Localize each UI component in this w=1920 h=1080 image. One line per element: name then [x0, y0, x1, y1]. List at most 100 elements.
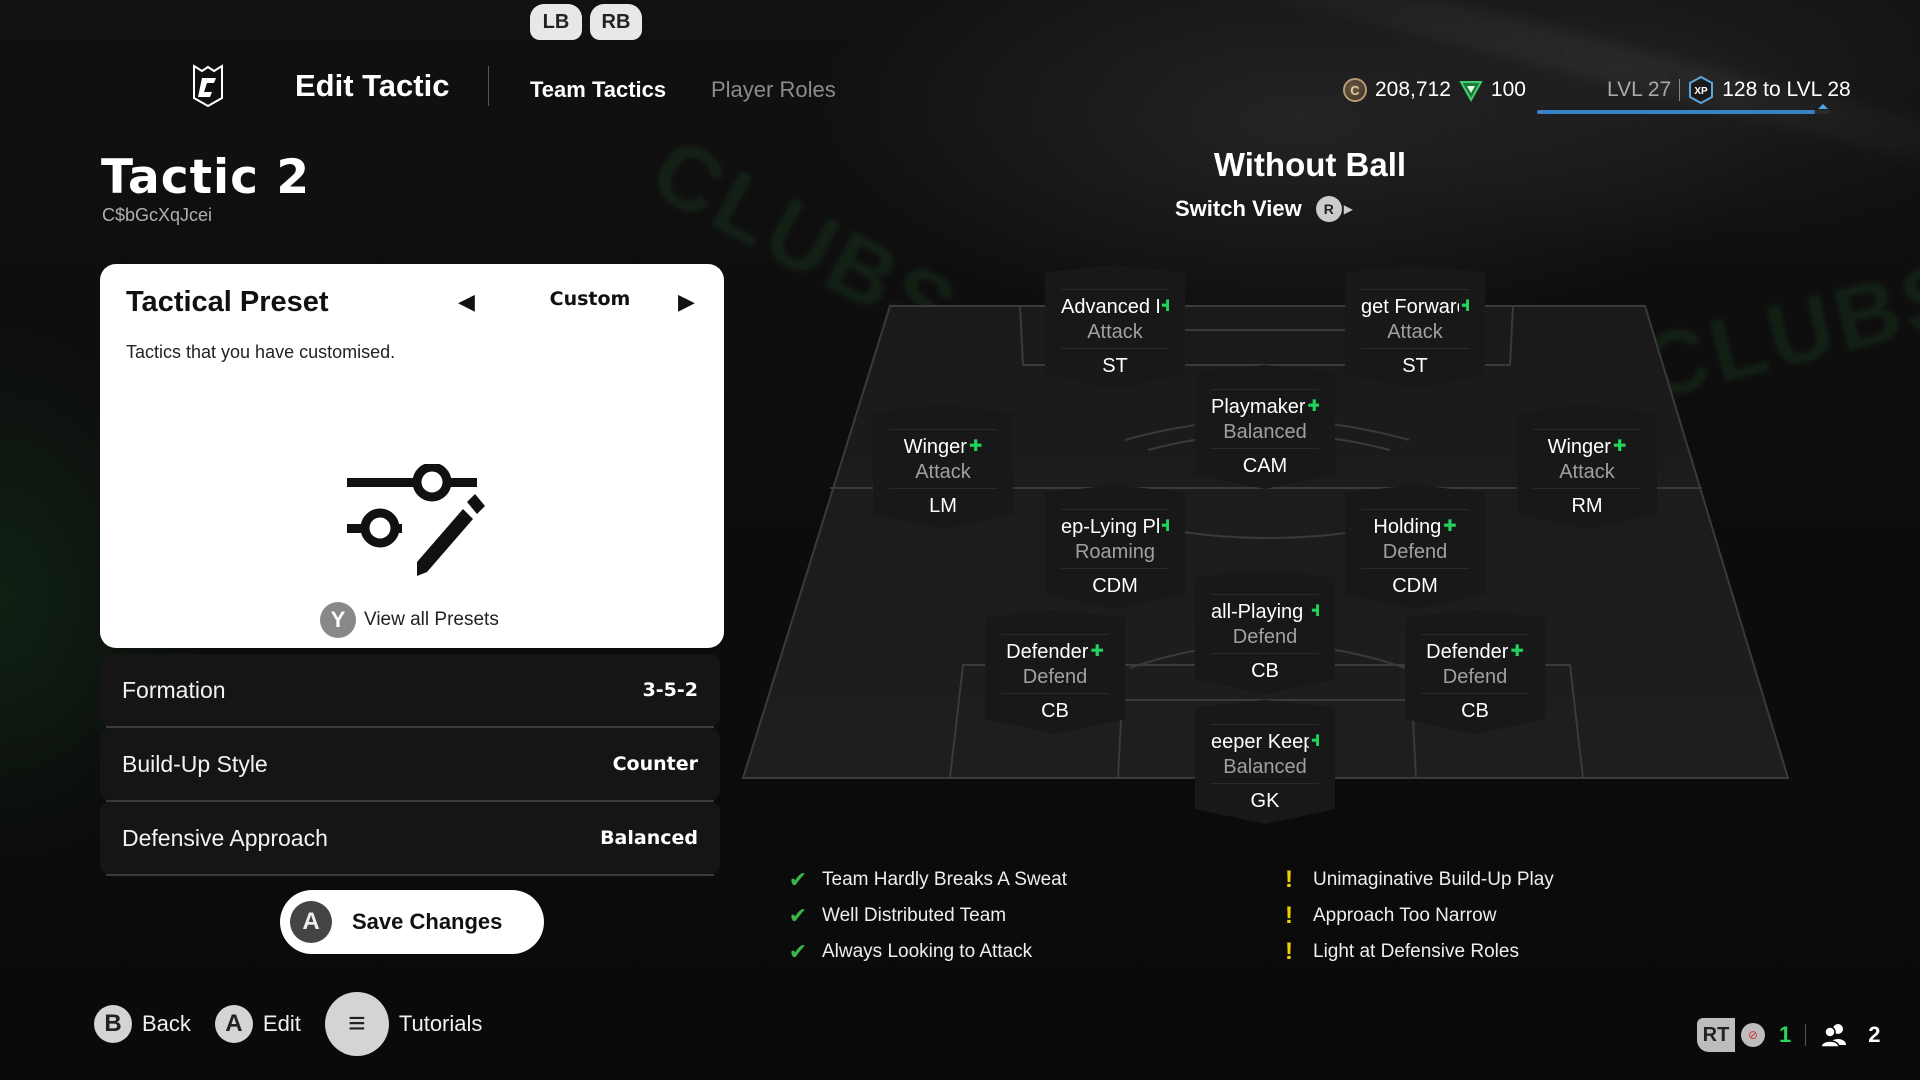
player-position: CB: [1251, 660, 1279, 682]
switch-view-label: Switch View: [1175, 196, 1302, 221]
warning-icon: !: [1285, 938, 1293, 965]
edit-button[interactable]: A Edit: [214, 1005, 301, 1043]
player-position: CDM: [1392, 575, 1438, 597]
role-name: Winger: [903, 436, 967, 458]
preset-next-arrow-icon[interactable]: ▶: [678, 289, 695, 315]
player-card-lm[interactable]: Winger ✚ Attack LM: [873, 405, 1013, 529]
player-focus: Defend: [1001, 666, 1109, 694]
tactical-preset-card[interactable]: Tactical Preset ◀ Custom ▶ Tactics that …: [100, 264, 724, 648]
preset-previous-arrow-icon[interactable]: ◀: [458, 289, 475, 315]
player-position: CAM: [1242, 455, 1288, 477]
switch-view-button[interactable]: Switch View R ▶: [1175, 196, 1353, 222]
tutorials-button[interactable]: ≡ Tutorials: [324, 992, 483, 1056]
level-display: LVL 27 XP 128 to LVL 28: [1607, 76, 1851, 104]
setting-value: Balanced: [600, 827, 698, 849]
tab-player-roles[interactable]: Player Roles: [711, 77, 836, 103]
player-role: Playmaker✚: [1211, 389, 1319, 419]
player-card-content: Advanced F­✚AttackST: [1061, 289, 1169, 378]
plus-icon: ✚: [1311, 603, 1319, 620]
level-divider: [1679, 79, 1681, 101]
plus-icon: ✚: [1161, 298, 1169, 315]
player-card-content: all-Playing De✚DefendCB: [1211, 594, 1319, 683]
player-card-content: Winger ✚ Attack LM: [889, 429, 997, 518]
weaknesses-list: ! Unimaginative Build-Up Play ! Approach T…: [1277, 862, 1554, 970]
player-role: Winger ✚: [1533, 429, 1641, 459]
player-card-content: Winger ✚ Attack RM: [1533, 429, 1641, 518]
player-card-gk[interactable]: eeper Keepe✚BalancedGK: [1195, 700, 1335, 824]
setting-label: Formation: [122, 676, 226, 703]
setting-defensive-approach[interactable]: Defensive Approach Balanced: [100, 802, 720, 876]
role-name: Holding: [1373, 516, 1442, 538]
plus-icon: ✚: [1311, 733, 1319, 750]
player-position: CDM: [1092, 575, 1138, 597]
player-role: get Forward✚: [1361, 289, 1469, 319]
save-changes-button[interactable]: A Save Changes: [280, 890, 544, 954]
rt-button-icon: RT: [1697, 1018, 1735, 1052]
setting-build-up-style[interactable]: Build-Up Style Counter: [100, 728, 720, 802]
role-name: get Forward: [1361, 296, 1459, 318]
player-card-cb[interactable]: Defender ✚ Defend CB: [1405, 610, 1545, 734]
player-focus: Defend: [1421, 666, 1529, 694]
header-divider: [488, 66, 489, 106]
party-members-icon: [1820, 1024, 1847, 1047]
player-role: all-Playing De✚: [1211, 594, 1319, 624]
plus-icon: ✚: [1443, 518, 1457, 535]
player-card-cb[interactable]: Defender ✚ Defend CB: [985, 610, 1125, 734]
save-changes-label: Save Changes: [352, 909, 503, 934]
player-card-content: Defender ✚ Defend CB: [1421, 634, 1529, 723]
player-card-cdm[interactable]: Holding ✚ Defend CDM: [1345, 485, 1485, 609]
setting-value: Counter: [612, 753, 698, 775]
rb-button[interactable]: RB: [590, 4, 642, 40]
player-focus: Balanced: [1211, 421, 1319, 449]
player-position: CB: [1041, 700, 1069, 722]
player-role: Defender ✚: [1421, 634, 1529, 664]
player-focus: Attack: [1061, 321, 1169, 349]
y-button-icon: Y: [320, 602, 356, 638]
back-button[interactable]: B Back: [94, 1005, 191, 1043]
menu-icon: ≡: [324, 992, 389, 1056]
player-card-rm[interactable]: Winger ✚ Attack RM: [1517, 405, 1657, 529]
page-title: Edit Tactic: [295, 68, 450, 103]
player-position: CB: [1461, 700, 1489, 722]
footer-controls: B Back A Edit ≡ Tutorials: [94, 992, 506, 1056]
setting-label: Build-Up Style: [122, 750, 268, 777]
player-position: ST: [1102, 355, 1128, 377]
player-card-cb[interactable]: all-Playing De✚DefendCB: [1195, 570, 1335, 694]
xp-progress-bar: [1537, 110, 1830, 114]
lb-button[interactable]: LB: [530, 4, 582, 40]
plus-icon: ✚: [1461, 298, 1469, 315]
view-title: Without Ball: [1213, 146, 1407, 183]
b-button-icon: B: [94, 1005, 132, 1043]
tactic-name: Tactic 2: [101, 150, 311, 205]
player-card-cam[interactable]: Playmaker✚Balanced CAM: [1195, 365, 1335, 489]
plus-icon: ✚: [1090, 643, 1104, 660]
status-bar: RT ⊘ 1 2: [1697, 1018, 1881, 1052]
view-all-presets-button[interactable]: Y View all Presets: [320, 602, 499, 638]
xp-progress-fill: [1537, 110, 1816, 114]
strengths-list: ✔ Team Hardly Breaks A Sweat ✔ Well Distri…: [786, 862, 1067, 970]
role-name: eeper Keepe: [1211, 731, 1309, 753]
setting-formation[interactable]: Formation 3-5-2: [100, 654, 720, 728]
tutorials-label: Tutorials: [398, 1011, 483, 1036]
xp-icon: XP: [1689, 76, 1714, 104]
player-card-st[interactable]: Advanced F­✚AttackST: [1045, 265, 1185, 389]
a-button-icon: A: [290, 901, 332, 943]
tactic-code: C$bGcXqJcei: [102, 205, 213, 225]
plus-icon: ✚: [1307, 398, 1319, 415]
back-label: Back: [142, 1011, 191, 1036]
sliders-edit-icon: [347, 464, 485, 576]
player-position: LM: [929, 495, 957, 517]
arrow-right-icon: ▶: [1343, 202, 1353, 216]
currency-display: C 208,712 100: [1343, 78, 1526, 102]
tab-team-tactics[interactable]: Team Tactics: [530, 77, 666, 103]
weakness-text: Light at Defensive Roles: [1313, 941, 1519, 962]
weakness-item: ! Approach Too Narrow: [1277, 898, 1554, 934]
strength-text: Well Distributed Team: [822, 905, 1007, 926]
weakness-text: Unimaginative Build-Up Play: [1313, 869, 1554, 890]
preset-value: Custom: [549, 288, 631, 310]
player-card-cdm[interactable]: ep-Lying Play✚RoamingCDM: [1045, 485, 1185, 609]
player-focus: Attack: [1361, 321, 1469, 349]
player-card-st[interactable]: get Forward✚AttackST: [1345, 265, 1485, 389]
background-clubs-logo: CLUBS: [1632, 242, 1920, 420]
player-card-content: Playmaker✚Balanced CAM: [1211, 389, 1319, 478]
